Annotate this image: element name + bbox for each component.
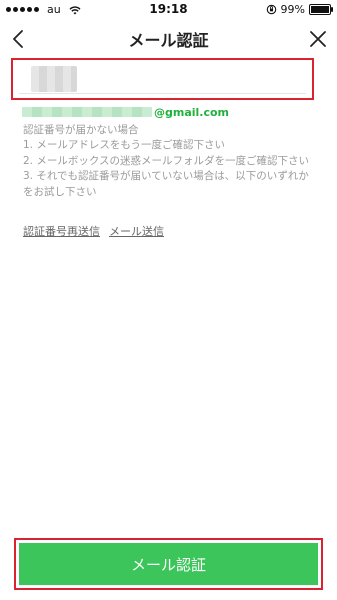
email-domain: @gmail.com [154, 105, 230, 119]
rotation-lock-icon [266, 4, 276, 15]
resend-email-link[interactable]: メール送信 [109, 223, 164, 239]
email-verify-button[interactable]: メール認証 [19, 543, 318, 585]
email-address: @gmail.com [22, 104, 322, 120]
page-title: メール認証 [128, 31, 209, 50]
battery-icon [309, 4, 333, 15]
battery-percent: 99% [280, 3, 305, 16]
submit-button-highlight: メール認証 [14, 538, 323, 590]
code-input-highlight [11, 58, 314, 100]
help-heading: 認証番号が届かない場合 [23, 124, 139, 136]
nav-bar: メール認証 [0, 20, 337, 58]
help-line-1: 1. メールアドレスをもう一度ご確認下さい [23, 139, 226, 152]
resend-code-link[interactable]: 認証番号再送信 [23, 223, 100, 239]
redacted-email-local [22, 107, 152, 117]
status-bar: au 19:18 99% [0, 0, 337, 20]
input-underline [19, 93, 306, 94]
help-text: 認証番号が届かない場合 1. メールアドレスをもう一度ご確認下さい 2. メール… [23, 123, 318, 200]
help-line-3: 3. それでも認証番号が届いていない場合は、以下のいずれかをお試し下さい [23, 170, 309, 198]
resend-links: 認証番号再送信 メール送信 [23, 223, 164, 239]
status-right: 99% [266, 3, 333, 16]
help-line-2: 2. メールボックスの迷惑メールフォルダを一度ご確認下さい [23, 154, 310, 167]
close-icon[interactable] [307, 28, 329, 50]
battery-fill [311, 6, 329, 13]
